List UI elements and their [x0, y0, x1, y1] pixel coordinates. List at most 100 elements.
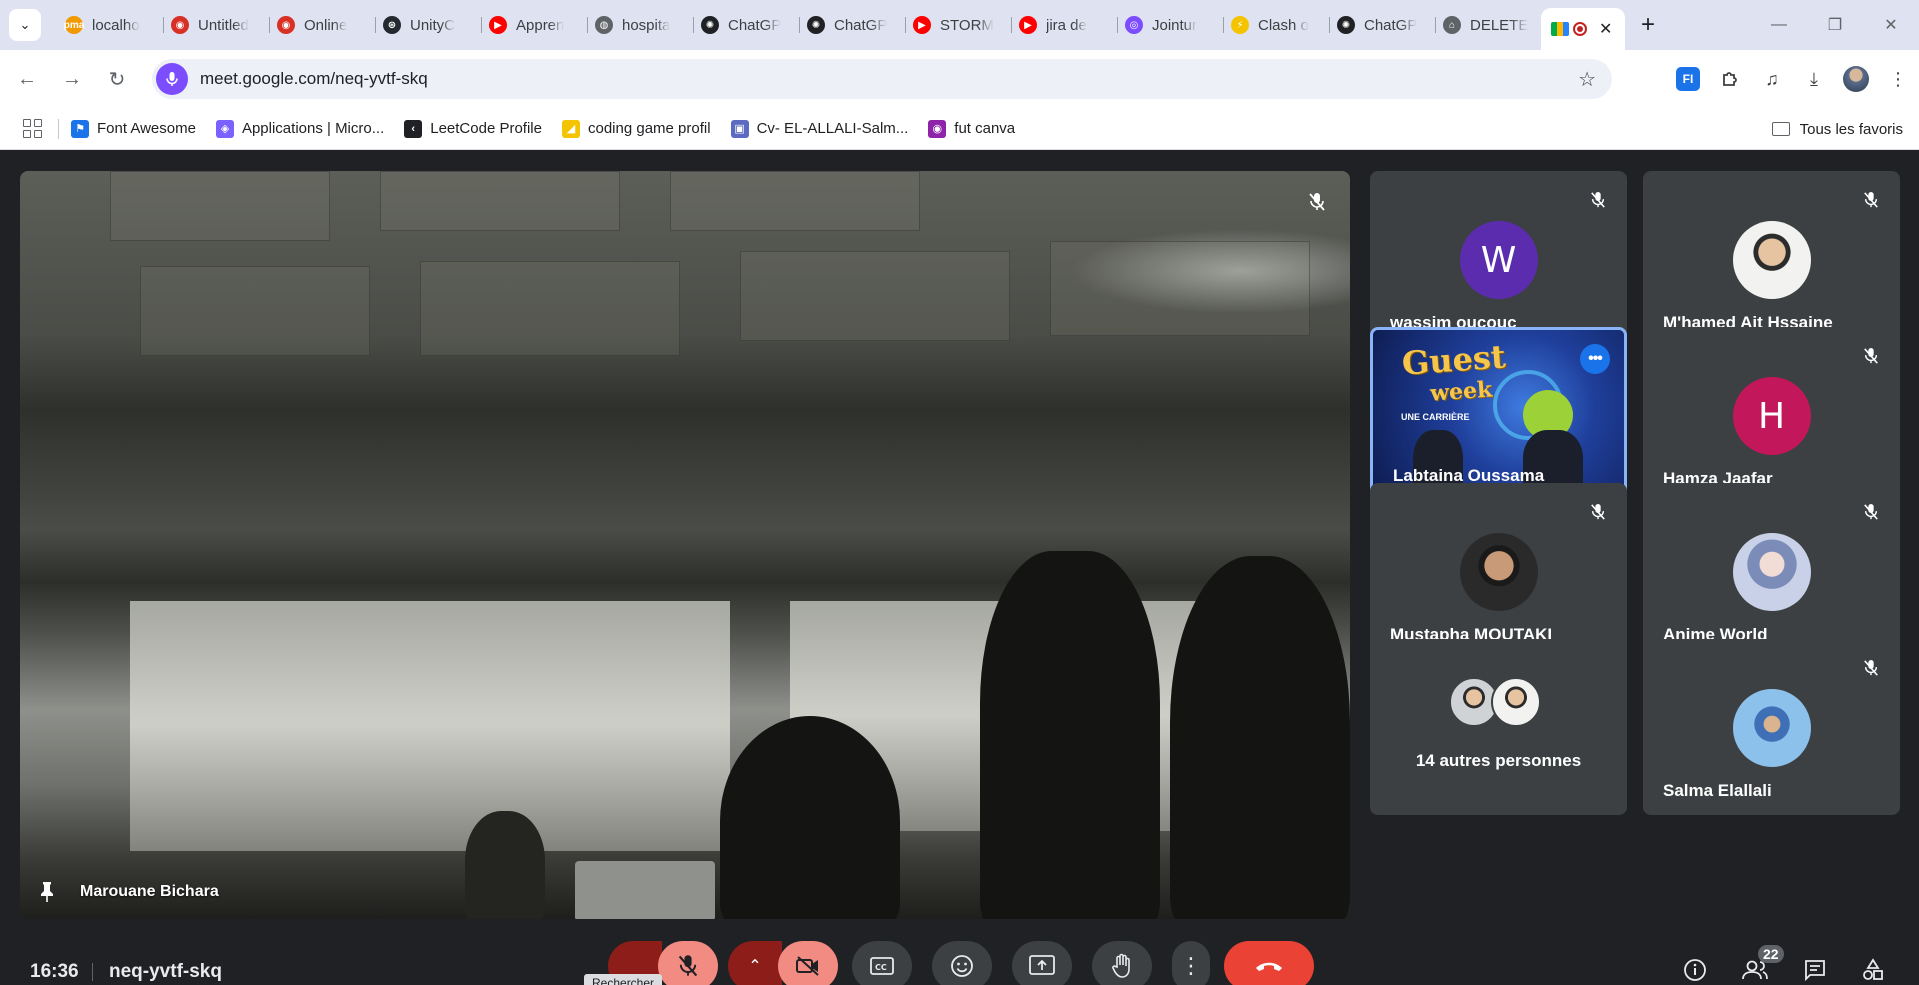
back-button[interactable]: ← [9, 61, 45, 97]
maximize-button[interactable]: ❐ [1807, 0, 1863, 50]
all-bookmarks-button[interactable]: Tous les favoris [1771, 108, 1903, 150]
browser-tab[interactable]: ⊛ UnityC [375, 7, 481, 43]
bookmark-item[interactable]: ⚑ Font Awesome [71, 119, 196, 138]
tab-title: localho [92, 16, 140, 34]
main-speaker-label: Marouane Bichara [34, 879, 219, 905]
camera-toggle-button[interactable] [778, 941, 838, 985]
minimize-button[interactable]: — [1751, 0, 1807, 50]
participant-tile[interactable]: Wwassim oucouc [1370, 171, 1627, 347]
browser-tab[interactable]: ▶ STORM [905, 7, 1011, 43]
browser-tab[interactable]: ✺ ChatGP [1329, 7, 1435, 43]
apps-grid-icon[interactable] [16, 113, 48, 145]
tab-favicon-icon: ◎ [1125, 16, 1143, 34]
participant-avatar [1732, 689, 1811, 767]
tab-title: DELETE [1470, 16, 1529, 34]
tab-search-button[interactable]: ⌄ [9, 9, 41, 41]
participant-tile[interactable]: Salma Elallali [1643, 639, 1900, 815]
browser-menu-icon[interactable]: ⋮ [1877, 58, 1919, 100]
browser-tab[interactable]: pma localho [57, 7, 163, 43]
tab-favicon-icon: ✺ [701, 16, 719, 34]
mic-off-icon [1860, 657, 1882, 679]
participant-avatar [1459, 533, 1538, 611]
raise-hand-button[interactable] [1092, 941, 1152, 985]
meeting-info-icon[interactable] [1680, 955, 1710, 985]
camera-options-button[interactable]: ⌃ [728, 941, 782, 985]
reload-button[interactable]: ↻ [99, 61, 135, 97]
new-tab-button[interactable]: + [1641, 11, 1655, 39]
more-options-button[interactable]: ⋮ [1172, 941, 1210, 985]
main-speaker-tile[interactable]: Marouane Bichara [20, 171, 1350, 919]
captions-icon: CC [870, 957, 894, 975]
bookmark-favicon-icon: ⚑ [71, 119, 89, 138]
window-controls: — ❐ ✕ [1751, 0, 1919, 50]
participant-tile[interactable]: Guest week UNE CARRIÈRE ••• Labtaina Oussama [1370, 327, 1627, 503]
present-icon [1029, 955, 1055, 975]
google-meet-icon [1551, 22, 1569, 36]
bookmark-item[interactable]: ◈ Applications | Micro... [215, 119, 384, 138]
poster-subtitle: UNE CARRIÈRE [1401, 412, 1470, 422]
present-screen-button[interactable] [1012, 941, 1072, 985]
end-call-icon [1256, 962, 1282, 971]
browser-tab[interactable]: ◉ Untitled [163, 7, 269, 43]
close-window-button[interactable]: ✕ [1863, 0, 1919, 50]
forward-button[interactable]: → [54, 61, 90, 97]
participant-tile[interactable]: Mustapha MOUTAKI [1370, 483, 1627, 659]
bookmark-label: coding game profil [587, 120, 711, 137]
mic-off-icon [1860, 345, 1882, 367]
reactions-button[interactable] [932, 941, 992, 985]
pin-icon[interactable] [34, 879, 60, 905]
participant-name: 14 autres personnes [1415, 751, 1582, 770]
participant-tile[interactable]: H Hamza Jaafar [1643, 327, 1900, 503]
media-controls-icon[interactable]: ♫ [1751, 58, 1793, 100]
extension-fi-button[interactable]: FI [1667, 58, 1709, 100]
tab-title: Appren [516, 16, 565, 34]
participant-tile[interactable]: M'hamed Ait Hssaine [1643, 171, 1900, 347]
mic-off-icon [1587, 189, 1609, 211]
address-bar[interactable]: meet.google.com/neq-yvtf-skq ☆ [152, 59, 1612, 99]
close-tab-icon[interactable]: ✕ [1599, 19, 1612, 39]
download-icon[interactable]: ⤓ [1793, 58, 1835, 100]
bookmark-item[interactable]: ‹ LeetCode Profile [404, 119, 542, 138]
browser-tab[interactable]: ▶ jira de [1011, 7, 1117, 43]
activities-icon[interactable] [1858, 955, 1888, 985]
toolbar-actions: FI ♫ ⤓ ⋮ [1667, 50, 1919, 108]
bookmark-star-icon[interactable]: ☆ [1578, 67, 1596, 92]
browser-tab[interactable]: ✺ ChatGP [693, 7, 799, 43]
profile-avatar[interactable] [1835, 58, 1877, 100]
chat-icon[interactable] [1800, 955, 1830, 985]
bookmark-item[interactable]: ◉ fut canva [928, 119, 1015, 138]
browser-tab[interactable]: ⚡ Clash o [1223, 7, 1329, 43]
microphone-toggle-button[interactable] [658, 941, 718, 985]
active-meet-tab[interactable]: ✕ [1541, 8, 1625, 50]
browser-tab[interactable]: ⌂ DELETE [1435, 7, 1541, 43]
main-speaker-name: Marouane Bichara [80, 883, 219, 900]
tab-favicon-icon: ✺ [1337, 16, 1355, 34]
bookmark-list: ⚑ Font Awesome ◈ Applications | Micro... ‹ Le… [71, 119, 1035, 138]
leave-call-button[interactable] [1224, 941, 1314, 985]
bookmark-item[interactable]: ▣ Cv- EL-ALLALI-Salm... [730, 119, 908, 138]
bookmark-favicon-icon: ◉ [928, 119, 947, 138]
tab-favicon-icon: ◍ [595, 16, 613, 34]
captions-button[interactable]: CC [852, 941, 912, 985]
more-horiz-icon[interactable]: ••• [1580, 344, 1610, 374]
people-icon[interactable] [1740, 955, 1770, 985]
bookmark-item[interactable]: ◢ coding game profil [561, 119, 711, 138]
tab-title: jira de [1046, 16, 1087, 34]
svg-text:CC: CC [875, 963, 887, 972]
browser-tab[interactable]: ✺ ChatGP [799, 7, 905, 43]
participant-tile[interactable]: 14 autres personnes [1370, 639, 1627, 815]
tab-favicon-icon: ✺ [807, 16, 825, 34]
tab-favicon-icon: ◉ [171, 16, 189, 34]
site-info-icon[interactable] [156, 63, 188, 95]
tab-favicon-icon: ▶ [1019, 16, 1037, 34]
mic-off-icon [1587, 501, 1609, 523]
chevron-up-icon: ⌃ [748, 958, 762, 975]
browser-tab[interactable]: ◎ Jointur [1117, 7, 1223, 43]
participant-tile[interactable]: Anime World [1643, 483, 1900, 659]
browser-tab[interactable]: ◍ hospita [587, 7, 693, 43]
extensions-puzzle-icon[interactable] [1709, 58, 1751, 100]
time-divider [92, 963, 93, 981]
browser-tab[interactable]: ▶ Appren [481, 7, 587, 43]
participant-avatar [1732, 533, 1811, 611]
browser-tab[interactable]: ◉ Online [269, 7, 375, 43]
